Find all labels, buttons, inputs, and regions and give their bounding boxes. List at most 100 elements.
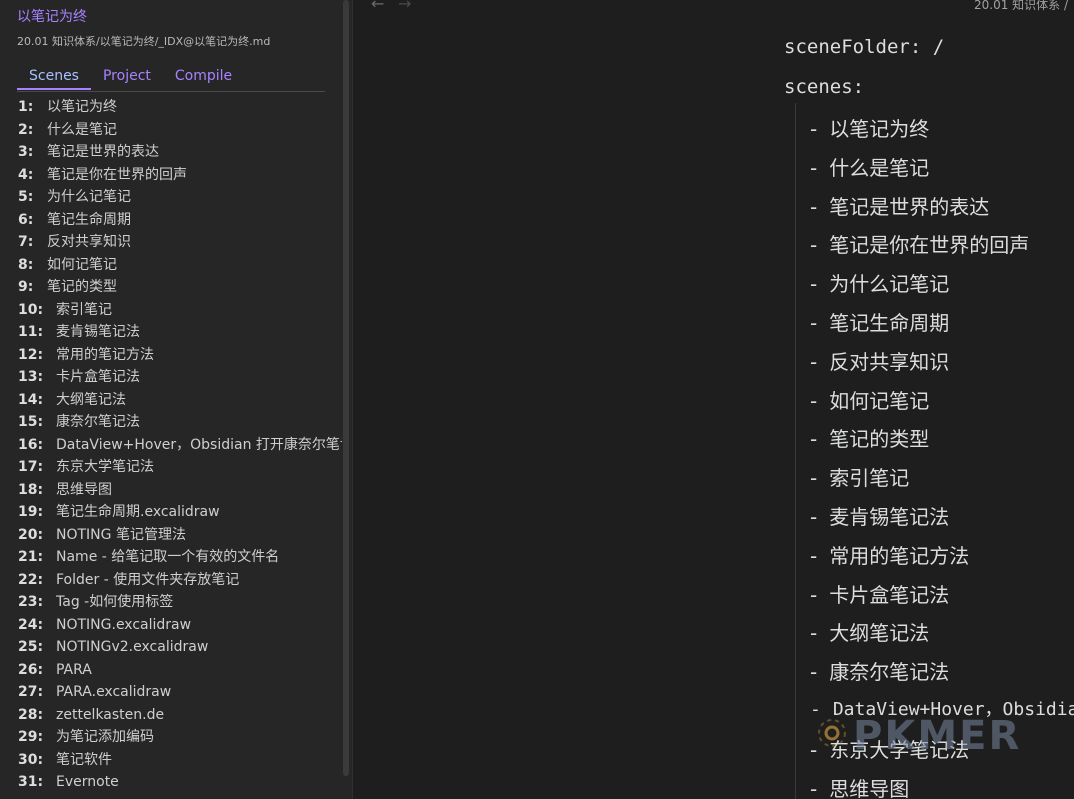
scene-number: 2: (18, 121, 34, 138)
yaml-list-dash: - (810, 349, 818, 374)
yaml-scene-item[interactable]: - 如何记笔记 (810, 385, 929, 414)
back-arrow-icon[interactable]: ← (371, 0, 384, 13)
yaml-scene-item[interactable]: - 笔记的类型 (810, 423, 929, 452)
scene-item[interactable]: 14: 大纲笔记法 (18, 389, 342, 412)
scene-name: 索引笔记 (56, 301, 112, 318)
scene-name: Name - 给笔记取一个有效的文件名 (56, 549, 280, 565)
scene-name: 麦肯锡笔记法 (56, 324, 140, 340)
forward-arrow-icon[interactable]: → (398, 0, 411, 13)
project-path: 20.01 知识体系/以笔记为终/_IDX@以笔记为终.md (17, 35, 271, 48)
yaml-scene-item[interactable]: - 笔记生命周期 (810, 307, 949, 336)
yaml-scene-item[interactable]: - 康奈尔笔记法 (810, 656, 949, 685)
scene-name: 笔记软件 (56, 751, 112, 768)
tab-compile[interactable]: Compile (163, 66, 244, 91)
scene-item[interactable]: 24: NOTING.excalidraw (18, 614, 342, 637)
scene-name: NOTING.excalidraw (56, 616, 192, 633)
scene-number: 28: (18, 706, 44, 723)
yaml-list-dash: - (810, 505, 818, 529)
scene-number: 17: (18, 459, 44, 475)
scene-name: 康奈尔笔记法 (56, 414, 140, 430)
scene-item[interactable]: 4: 笔记是你在世界的回声 (18, 164, 342, 187)
scene-item[interactable]: 21: Name - 给笔记取一个有效的文件名 (18, 546, 342, 569)
sidebar-scrollbar[interactable] (342, 0, 352, 799)
scene-item[interactable]: 16: DataView+Hover，Obsidian 打开康奈尔笔记 (18, 434, 342, 457)
scene-name: NOTING 笔记管理法 (56, 526, 186, 543)
scene-item[interactable]: 13: 卡片盒笔记法 (18, 366, 342, 389)
scene-number: 1: (18, 99, 34, 115)
scene-number: 20: (18, 526, 44, 543)
yaml-item-text: 索引笔记 (829, 466, 910, 491)
indent-guide (795, 103, 796, 799)
scene-name: 东京大学笔记法 (56, 459, 154, 475)
scene-item[interactable]: 18: 思维导图 (18, 479, 342, 502)
scene-name: 思维导图 (56, 481, 112, 498)
scene-number: 19: (18, 504, 44, 520)
yaml-scene-folder-line[interactable]: sceneFolder: / (784, 36, 944, 58)
scene-item[interactable]: 22: Folder - 使用文件夹存放笔记 (18, 569, 342, 592)
scene-item[interactable]: 17: 东京大学笔记法 (18, 456, 342, 479)
scene-item[interactable]: 6: 笔记生命周期 (18, 209, 342, 232)
yaml-scene-item[interactable]: - 为什么记笔记 (810, 268, 949, 297)
tab-scenes[interactable]: Scenes (17, 66, 91, 90)
yaml-list-dash: - (810, 776, 818, 799)
scene-name: Evernote (56, 774, 119, 790)
yaml-list-dash: - (810, 272, 818, 297)
scene-item[interactable]: 1: 以笔记为终 (18, 96, 342, 119)
yaml-scenes-key[interactable]: scenes: (784, 76, 864, 98)
scene-item[interactable]: 20: NOTING 笔记管理法 (18, 524, 342, 547)
scene-item[interactable]: 10: 索引笔记 (18, 299, 342, 322)
scene-name: DataView+Hover，Obsidian 打开康奈尔笔记 (56, 436, 342, 453)
yaml-scene-item[interactable]: - 卡片盒笔记法 (810, 579, 949, 608)
project-title[interactable]: 以笔记为终 (17, 6, 87, 26)
scene-item[interactable]: 11: 麦肯锡笔记法 (18, 321, 342, 344)
scene-item[interactable]: 19: 笔记生命周期.excalidraw (18, 501, 342, 524)
scene-item[interactable]: 7: 反对共享知识 (18, 231, 342, 254)
yaml-item-text: 笔记是你在世界的回声 (829, 233, 1030, 258)
yaml-scene-item[interactable]: - 麦肯锡笔记法 (810, 501, 949, 530)
scene-item[interactable]: 5: 为什么记笔记 (18, 186, 342, 209)
yaml-scene-item[interactable]: - 思维导图 (810, 773, 909, 799)
scene-item[interactable]: 31: Evernote (18, 771, 342, 794)
scene-item[interactable]: 8: 如何记笔记 (18, 254, 342, 277)
scene-number: 8: (18, 256, 34, 273)
yaml-list-dash: - (810, 194, 818, 219)
scene-name: 笔记的类型 (47, 279, 117, 295)
yaml-scene-item[interactable]: - 笔记是世界的表达 (810, 191, 989, 220)
scene-item[interactable]: 12: 常用的笔记方法 (18, 344, 342, 367)
scene-item[interactable]: 25: NOTINGv2.excalidraw (18, 636, 342, 659)
scene-number: 25: (18, 639, 44, 655)
yaml-list-dash: - (810, 543, 818, 568)
sidebar-scrollbar-thumb[interactable] (343, 0, 349, 776)
pkmer-watermark: PKMER (853, 713, 1022, 759)
scene-name: 笔记生命周期 (47, 211, 131, 228)
scene-name: 如何记笔记 (47, 256, 117, 273)
yaml-list-dash: - (810, 427, 818, 452)
view-header-title[interactable]: 20.01 知识体系 / (974, 0, 1068, 13)
scene-item[interactable]: 30: 笔记软件 (18, 749, 342, 772)
scene-item[interactable]: 3: 笔记是世界的表达 (18, 141, 342, 164)
yaml-scene-item[interactable]: - 什么是笔记 (810, 152, 929, 181)
scene-item[interactable]: 28: zettelkasten.de (18, 704, 342, 727)
scene-number: 29: (18, 729, 44, 745)
yaml-scene-item[interactable]: - 索引笔记 (810, 462, 909, 491)
scene-number: 11: (18, 324, 44, 340)
scene-item[interactable]: 2: 什么是笔记 (18, 119, 342, 142)
scene-item[interactable]: 27: PARA.excalidraw (18, 681, 342, 704)
yaml-scene-item[interactable]: - 笔记是你在世界的回声 (810, 229, 1029, 258)
yaml-item-text: 反对共享知识 (829, 349, 950, 374)
tab-project[interactable]: Project (91, 66, 163, 91)
yaml-scene-item[interactable]: - 大纲笔记法 (810, 617, 929, 646)
yaml-list-dash: - (810, 233, 818, 258)
scene-number: 24: (18, 616, 44, 633)
scene-number: 7: (18, 234, 34, 250)
yaml-scene-item[interactable]: - 反对共享知识 (810, 346, 949, 375)
scene-item[interactable]: 23: Tag -如何使用标签 (18, 591, 342, 614)
scene-item[interactable]: 29: 为笔记添加编码 (18, 726, 342, 749)
scene-item[interactable]: 9: 笔记的类型 (18, 276, 342, 299)
scene-item[interactable]: 26: PARA (18, 659, 342, 682)
yaml-scene-item[interactable]: - 以笔记为终 (810, 113, 929, 142)
yaml-list-dash: - (810, 466, 818, 491)
yaml-scene-item[interactable]: - 常用的笔记方法 (810, 540, 969, 569)
scene-item[interactable]: 15: 康奈尔笔记法 (18, 411, 342, 434)
scene-name: 为什么记笔记 (47, 189, 131, 205)
